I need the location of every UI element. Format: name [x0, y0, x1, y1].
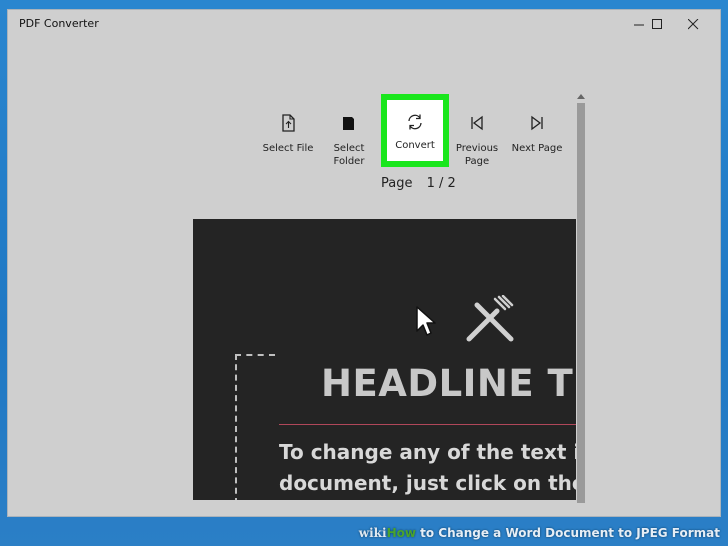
close-button[interactable] — [675, 10, 711, 38]
app-window: PDF Converter Select File Select Folder — [8, 10, 720, 516]
page-value: 1 / 2 — [426, 176, 456, 191]
convert-label: Convert — [395, 140, 435, 151]
window-title: PDF Converter — [19, 17, 99, 30]
maximize-button[interactable] — [639, 10, 675, 38]
fork-knife-icon — [466, 295, 514, 342]
vertical-scrollbar[interactable] — [576, 94, 586, 506]
watermark: wikiHow to Change a Word Document to JPE… — [0, 516, 728, 546]
document-headline: HEADLINE TI — [321, 362, 576, 405]
file-icon — [282, 114, 295, 132]
watermark-how: How — [386, 526, 416, 540]
title-bar[interactable]: PDF Converter — [8, 10, 720, 38]
scrollbar-thumb[interactable] — [577, 103, 585, 503]
watermark-title: to Change a Word Document to JPEG Format — [415, 526, 720, 540]
next-page-label: Next Page — [511, 143, 563, 154]
page-label: Page — [381, 176, 413, 191]
skip-previous-icon — [471, 115, 483, 131]
maximize-icon — [651, 18, 662, 29]
scroll-up-icon[interactable] — [577, 94, 585, 99]
refresh-icon — [408, 114, 422, 130]
page-indicator: Page 1 / 2 — [381, 176, 466, 191]
convert-button[interactable]: Convert — [387, 100, 443, 161]
select-folder-label: Select Folder — [333, 143, 365, 167]
mouse-cursor-icon — [416, 306, 436, 336]
document-preview: HEADLINE TI To change any of the text in… — [193, 219, 576, 500]
next-page-button[interactable]: Next Page — [505, 98, 569, 174]
body-line-2: document, just click on the b — [279, 471, 576, 495]
select-file-button[interactable]: Select File — [256, 98, 320, 174]
dashed-border-top — [235, 354, 275, 356]
body-line-1: To change any of the text in — [279, 440, 576, 464]
watermark-text: wikiHow to Change a Word Document to JPE… — [359, 526, 720, 540]
dashed-border-left — [235, 354, 237, 500]
select-file-label: Select File — [262, 143, 314, 154]
document-body-text: To change any of the text in document, j… — [279, 437, 576, 499]
headline-divider — [279, 424, 576, 425]
skip-next-icon — [531, 115, 543, 131]
previous-page-label: Previous Page — [455, 143, 499, 167]
watermark-wiki: wiki — [358, 526, 387, 540]
select-folder-button[interactable]: Select Folder — [317, 98, 381, 174]
close-icon — [687, 18, 698, 29]
folder-icon — [343, 117, 354, 130]
previous-page-button[interactable]: Previous Page — [445, 98, 509, 174]
